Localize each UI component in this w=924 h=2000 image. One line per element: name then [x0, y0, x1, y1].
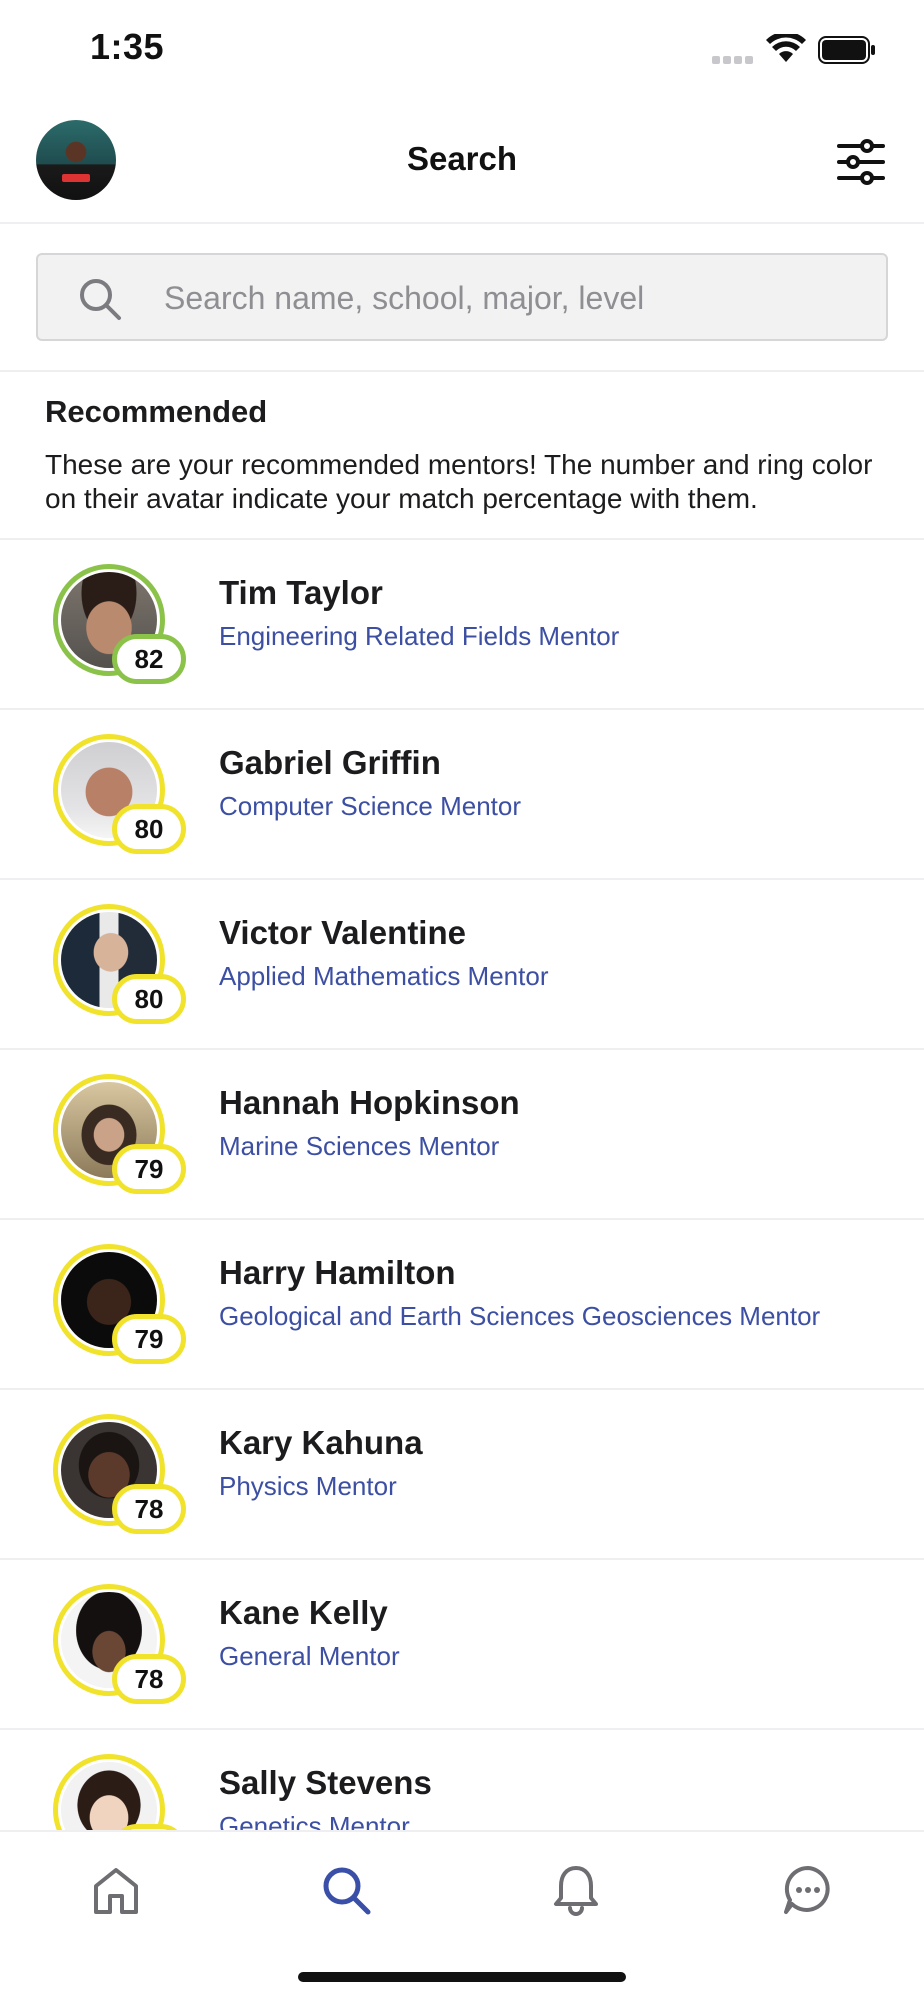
search-field[interactable] — [36, 253, 888, 341]
recommended-description: These are your recommended mentors! The … — [45, 449, 873, 514]
mentor-role: Geological and Earth Sciences Geoscience… — [219, 1301, 821, 1331]
mentor-role: Applied Mathematics Mentor — [219, 961, 549, 991]
mentor-role: General Mentor — [219, 1641, 400, 1671]
mentor-role: Engineering Related Fields Mentor — [219, 621, 620, 651]
mentor-row[interactable]: 79 Harry Hamilton Geological and Earth S… — [0, 1220, 924, 1390]
mentor-row[interactable]: 78 Kary Kahuna Physics Mentor — [0, 1390, 924, 1560]
mentor-name: Tim Taylor — [219, 574, 383, 611]
mentor-name: Victor Valentine — [219, 914, 466, 951]
mentor-name: Harry Hamilton — [219, 1254, 456, 1291]
match-badge: 78 — [112, 1654, 186, 1704]
mentor-row[interactable]: 82 Tim Taylor Engineering Related Fields… — [0, 540, 924, 710]
mentor-name: Hannah Hopkinson — [219, 1084, 520, 1121]
status-bar: 1:35 — [0, 0, 924, 100]
search-section — [0, 226, 924, 372]
chat-icon[interactable] — [778, 1860, 838, 1920]
bell-icon[interactable] — [546, 1860, 606, 1920]
filter-sliders-icon[interactable] — [836, 138, 886, 186]
cellular-signal-icon — [712, 52, 756, 64]
home-icon[interactable] — [86, 1860, 146, 1920]
mentor-name: Kane Kelly — [219, 1594, 388, 1631]
match-badge: 79 — [112, 1314, 186, 1364]
status-time: 1:35 — [90, 26, 165, 67]
search-tab-icon[interactable] — [316, 1860, 376, 1920]
mentor-row[interactable]: 80 Victor Valentine Applied Mathematics … — [0, 880, 924, 1050]
match-badge: 80 — [112, 974, 186, 1024]
wifi-icon — [766, 34, 806, 62]
recommended-section: Recommended These are your recommended m… — [0, 374, 924, 540]
mentor-name: Gabriel Griffin — [219, 744, 441, 781]
home-indicator — [298, 1972, 626, 1982]
mentor-row[interactable]: 80 Gabriel Griffin Computer Science Ment… — [0, 710, 924, 880]
header: Search — [0, 100, 924, 224]
mentor-role: Computer Science Mentor — [219, 791, 522, 821]
mentor-name: Kary Kahuna — [219, 1424, 423, 1461]
mentor-role: Physics Mentor — [219, 1471, 397, 1501]
match-badge: 79 — [112, 1144, 186, 1194]
match-badge: 80 — [112, 804, 186, 854]
mentor-row[interactable]: 78 Kane Kelly General Mentor — [0, 1560, 924, 1730]
search-screen: 1:35 Search Search name, school, major, … — [0, 0, 924, 2000]
mentor-row[interactable]: 79 Hannah Hopkinson Marine Sciences Ment… — [0, 1050, 924, 1220]
match-badge: 78 — [112, 1484, 186, 1534]
mentor-name: Sally Stevens — [219, 1764, 432, 1801]
battery-icon — [818, 36, 875, 64]
search-icon — [80, 279, 121, 320]
mentor-role: Marine Sciences Mentor — [219, 1131, 500, 1161]
recommended-title: Recommended — [45, 394, 268, 429]
page-title: Search — [406, 140, 518, 177]
mentor-list: 82 Tim Taylor Engineering Related Fields… — [0, 540, 924, 1900]
search-input[interactable] — [164, 269, 864, 327]
match-badge: 82 — [112, 634, 186, 684]
